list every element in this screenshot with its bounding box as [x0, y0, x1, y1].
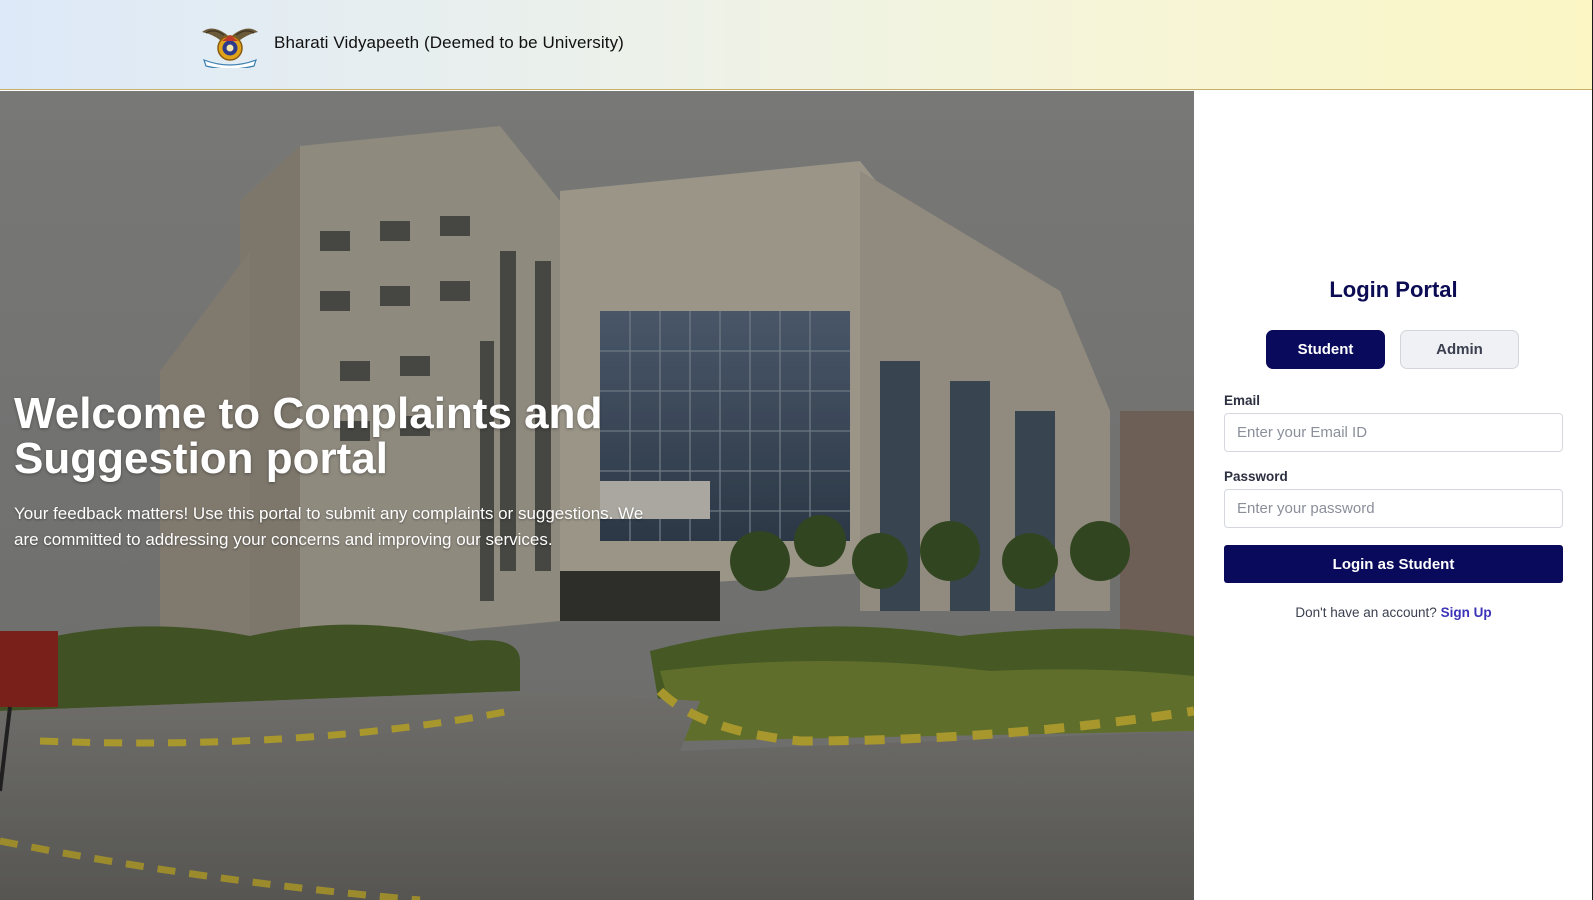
university-name: Bharati Vidyapeeth (Deemed to be Univers…	[274, 33, 624, 52]
signup-prompt-text: Don't have an account?	[1295, 605, 1437, 620]
hero-section: Welcome to Complaints and Suggestion por…	[0, 91, 1194, 900]
hero-title: Welcome to Complaints and Suggestion por…	[14, 389, 603, 483]
hero-description: Your feedback matters! Use this portal t…	[14, 504, 644, 549]
app-window: Bharati Vidyapeeth (Deemed to be Univers…	[0, 0, 1593, 900]
login-button[interactable]: Login as Student	[1224, 545, 1563, 583]
university-emblem-icon[interactable]	[200, 22, 260, 70]
signup-prompt-line: Don't have an account? Sign Up	[1194, 605, 1592, 620]
top-header: Bharati Vidyapeeth (Deemed to be Univers…	[0, 0, 1592, 90]
email-label: Email	[1224, 393, 1261, 408]
role-tabs: Student Admin	[1266, 330, 1522, 370]
tab-admin[interactable]: Admin	[1400, 330, 1519, 369]
tab-student[interactable]: Student	[1266, 330, 1385, 369]
login-panel: Login Portal Student Admin Email Passwor…	[1194, 91, 1592, 900]
password-label: Password	[1224, 469, 1288, 484]
signup-link[interactable]: Sign Up	[1441, 605, 1492, 620]
login-title: Login Portal	[1329, 277, 1458, 302]
email-field[interactable]	[1224, 413, 1563, 452]
password-field[interactable]	[1224, 489, 1563, 528]
hero-overlay	[0, 91, 1194, 900]
